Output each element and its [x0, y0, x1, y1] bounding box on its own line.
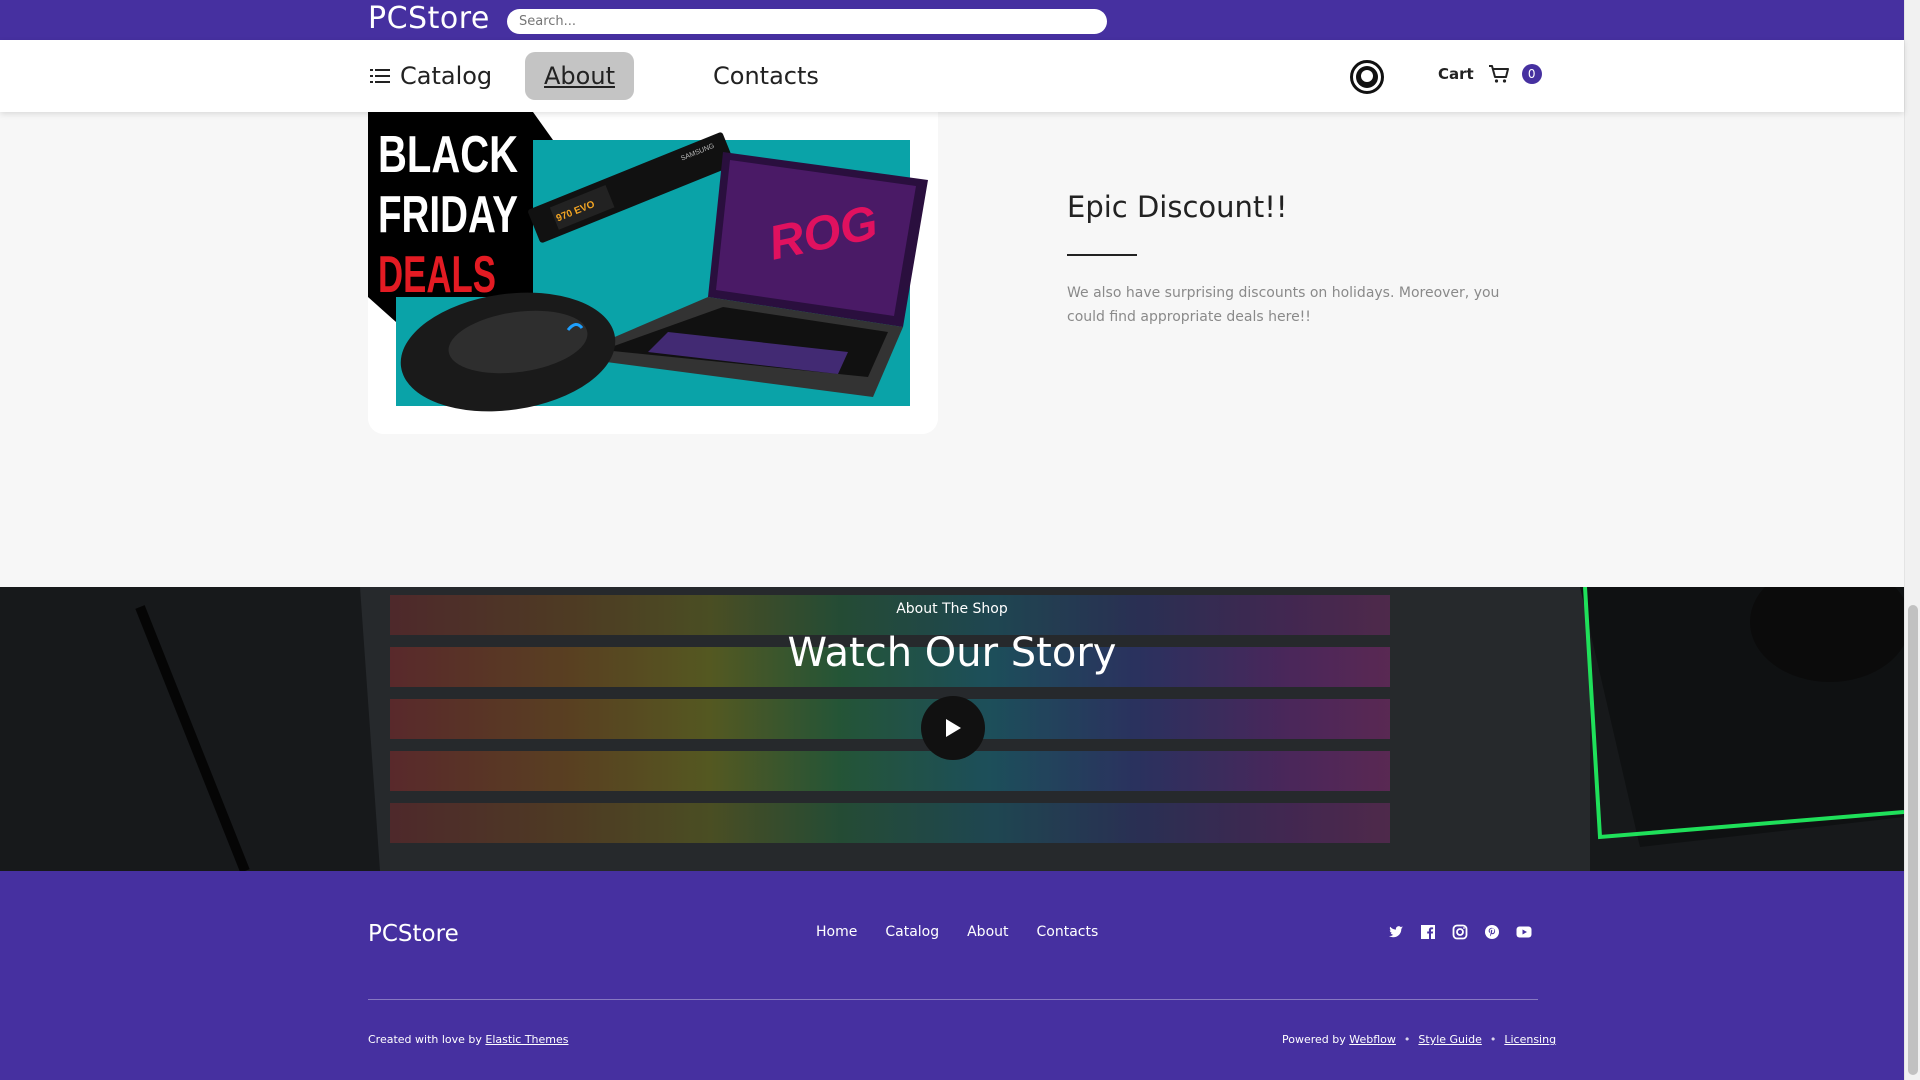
licensing-link[interactable]: Licensing: [1504, 1033, 1556, 1046]
facebook-icon[interactable]: [1420, 924, 1436, 940]
instagram-icon[interactable]: [1452, 924, 1468, 940]
footer-link-catalog[interactable]: Catalog: [885, 924, 939, 940]
nav-catalog[interactable]: Catalog: [370, 58, 492, 94]
youtube-icon[interactable]: [1516, 924, 1532, 940]
pinterest-icon[interactable]: [1484, 924, 1500, 940]
account-icon[interactable]: [1350, 60, 1384, 94]
promo-divider: [1067, 254, 1137, 256]
social-links: [1388, 924, 1548, 940]
separator-dot: •: [1489, 1033, 1497, 1046]
powered-prefix: Powered by: [1282, 1033, 1346, 1046]
cart-label: Cart: [1438, 65, 1474, 83]
story-section: About The Shop Watch Our Story: [0, 587, 1904, 871]
twitter-icon[interactable]: [1388, 924, 1404, 940]
page-scrollbar[interactable]: [1904, 0, 1920, 1080]
deal-line2: FRIDAY: [378, 186, 518, 244]
nav-about[interactable]: About: [525, 52, 634, 100]
style-guide-link[interactable]: Style Guide: [1418, 1033, 1481, 1046]
cart-button[interactable]: Cart 0: [1438, 64, 1542, 84]
nav-contacts[interactable]: Contacts: [713, 58, 819, 94]
deal-line1: BLACK: [378, 126, 518, 184]
story-eyebrow: About The Shop: [896, 601, 1008, 617]
story-title: Watch Our Story: [787, 630, 1117, 676]
footer-link-contacts[interactable]: Contacts: [1037, 924, 1099, 940]
footer-credits: Created with love by Elastic Themes: [368, 1033, 569, 1046]
deal-line3: DEALS: [378, 246, 496, 304]
footer-divider: [368, 999, 1538, 1000]
separator-dot: •: [1403, 1033, 1411, 1046]
footer-nav: Home Catalog About Contacts: [816, 924, 1126, 940]
site-footer: PCStore Home Catalog About Contacts Crea…: [0, 871, 1904, 1080]
play-icon: [946, 719, 961, 737]
created-prefix: Created with love by: [368, 1033, 482, 1046]
cart-count-badge: 0: [1521, 64, 1542, 84]
webflow-link[interactable]: Webflow: [1349, 1033, 1396, 1046]
promo-title: Epic Discount!!: [1067, 190, 1288, 224]
list-icon: [370, 69, 390, 83]
search-input[interactable]: [507, 9, 1107, 34]
footer-brand[interactable]: PCStore: [368, 921, 459, 947]
promo-image-card: BLACK FRIDAY DEALS 970 EVO SAMSUNG ROG: [368, 112, 938, 434]
elastic-themes-link[interactable]: Elastic Themes: [485, 1033, 568, 1046]
nav-catalog-label: Catalog: [400, 62, 493, 90]
footer-link-about[interactable]: About: [967, 924, 1008, 940]
scrollbar-thumb[interactable]: [1908, 605, 1918, 1075]
top-bar: PCStore: [0, 0, 1904, 40]
main-nav: Catalog About Contacts Cart 0: [0, 40, 1904, 112]
brand-logo[interactable]: PCStore: [368, 1, 490, 37]
cart-icon: [1488, 65, 1509, 83]
play-video-button[interactable]: [921, 696, 985, 760]
promo-text: We also have surprising discounts on hol…: [1067, 285, 1500, 325]
black-friday-deals-image: BLACK FRIDAY DEALS 970 EVO SAMSUNG ROG: [368, 112, 938, 434]
footer-link-home[interactable]: Home: [816, 924, 857, 940]
footer-meta-links: Powered by Webflow • Style Guide • Licen…: [1282, 1033, 1556, 1046]
